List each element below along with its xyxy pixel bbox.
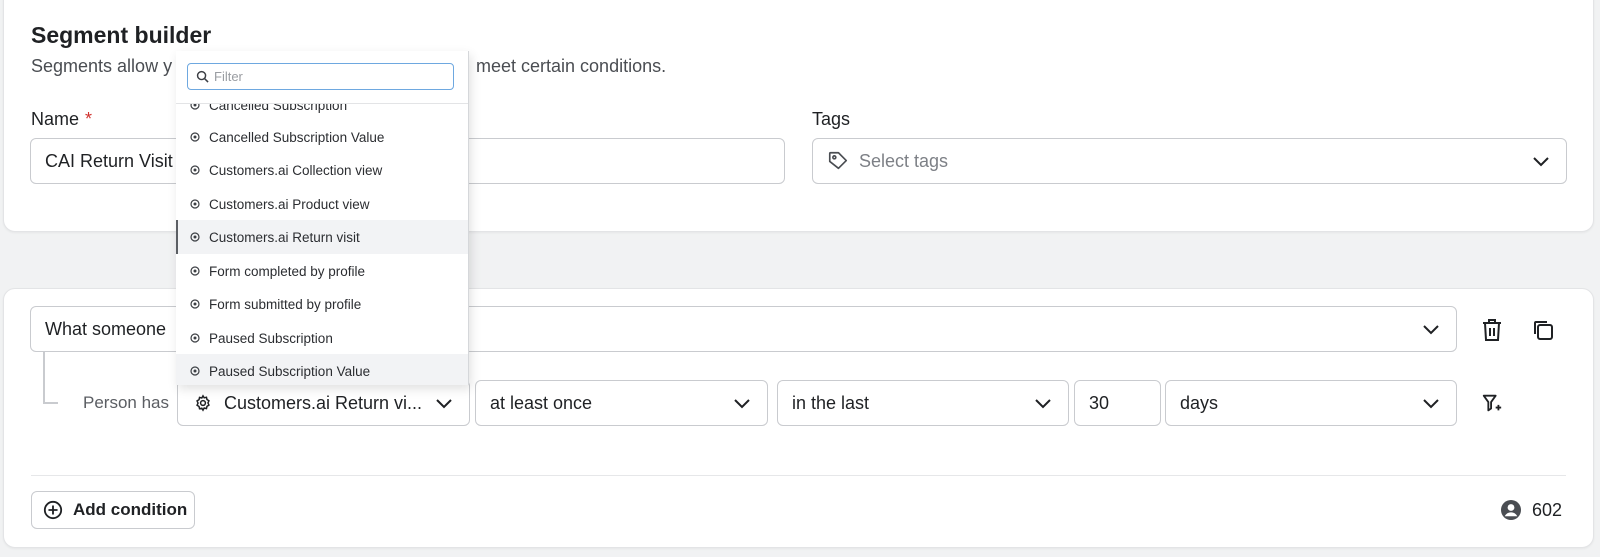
metric-icon <box>190 266 200 276</box>
name-label: Name * <box>31 109 92 130</box>
timeframe-unit-value: days <box>1180 392 1219 413</box>
metric-icon <box>190 132 200 142</box>
profile-count-value: 602 <box>1532 499 1563 520</box>
option-label: Paused Subscription <box>209 330 333 346</box>
copy-icon <box>1534 321 1553 340</box>
page-subtitle-start: Segments allow y <box>31 56 173 76</box>
metric-icon <box>190 366 200 376</box>
plus-circle-icon <box>43 500 63 520</box>
metric-value: Customers.ai Return vi... <box>224 392 423 413</box>
option-label: Paused Subscription Value <box>209 363 371 379</box>
timeframe-unit-select[interactable]: days <box>1165 380 1457 426</box>
timeframe-select[interactable]: in the last <box>777 380 1069 426</box>
metric-icon <box>190 165 200 175</box>
dropdown-option[interactable]: Form completed by profile <box>176 254 468 288</box>
add-filter-button[interactable] <box>1478 389 1506 417</box>
metric-icon <box>190 199 200 209</box>
page-subtitle-end: meet certain conditions. <box>476 56 667 76</box>
option-label: Cancelled Subscription Value <box>209 129 385 145</box>
frequency-value: at least once <box>490 392 593 413</box>
filter-plus-icon <box>1482 394 1502 412</box>
gear-icon <box>194 394 212 412</box>
option-label: Customers.ai Return visit <box>209 229 360 245</box>
timeframe-amount-input[interactable]: 30 <box>1074 380 1161 426</box>
chevron-down-icon <box>1533 157 1549 167</box>
segment-name-value: CAI Return Visit <box>45 150 173 171</box>
condition-tree-connector <box>43 352 58 404</box>
option-label: Customers.ai Product view <box>209 196 370 212</box>
required-indicator: * <box>85 109 93 129</box>
name-label-text: Name <box>31 109 80 129</box>
metric-icon <box>190 232 200 242</box>
tags-label: Tags <box>812 109 851 129</box>
metric-dropdown-menu: Cancelled Subscription Cancelled Subscri… <box>176 51 469 385</box>
option-label: Form submitted by profile <box>209 296 362 312</box>
metric-select[interactable]: Customers.ai Return vi... <box>177 380 470 426</box>
tag-icon <box>827 150 849 172</box>
user-avatar-icon <box>1501 500 1521 520</box>
dropdown-option-selected[interactable]: Customers.ai Return visit <box>176 220 468 254</box>
dropdown-option[interactable]: Customers.ai Collection view <box>176 153 468 187</box>
tags-placeholder: Select tags <box>859 150 949 171</box>
dropdown-option[interactable]: Customers.ai Product view <box>176 187 468 221</box>
profile-count: 602 <box>1500 499 1562 521</box>
add-condition-button[interactable]: Add condition <box>31 491 195 529</box>
section-divider <box>31 475 1566 476</box>
dropdown-option[interactable]: Cancelled Subscription Value <box>176 120 468 154</box>
page-title: Segment builder <box>31 22 212 48</box>
chevron-down-icon <box>436 399 452 409</box>
trash-icon <box>1483 319 1501 341</box>
dropdown-option[interactable]: Paused Subscription Value <box>176 354 468 385</box>
duplicate-condition-button[interactable] <box>1529 316 1557 344</box>
chevron-down-icon <box>1423 325 1439 335</box>
frequency-select[interactable]: at least once <box>475 380 768 426</box>
timeframe-value: in the last <box>792 392 870 413</box>
filter-input[interactable] <box>214 66 444 87</box>
chevron-down-icon <box>734 399 750 409</box>
add-condition-label: Add condition <box>73 500 188 519</box>
timeframe-amount-value: 30 <box>1089 392 1110 413</box>
search-icon <box>196 70 209 83</box>
option-label: Customers.ai Collection view <box>209 162 383 178</box>
dropdown-filter-area <box>176 51 468 104</box>
chevron-down-icon <box>1035 399 1051 409</box>
dropdown-option[interactable]: Form submitted by profile <box>176 287 468 321</box>
option-label: Form completed by profile <box>209 263 366 279</box>
chevron-down-icon <box>1423 399 1439 409</box>
metric-icon <box>190 333 200 343</box>
metric-icon <box>190 299 200 309</box>
dropdown-option[interactable]: Paused Subscription <box>176 321 468 355</box>
filter-field[interactable] <box>187 63 454 90</box>
person-has-label: Person has <box>83 393 169 412</box>
tags-select[interactable]: Select tags <box>812 138 1567 184</box>
delete-condition-button[interactable] <box>1478 316 1506 344</box>
condition-type-value: What someone <box>45 318 167 339</box>
